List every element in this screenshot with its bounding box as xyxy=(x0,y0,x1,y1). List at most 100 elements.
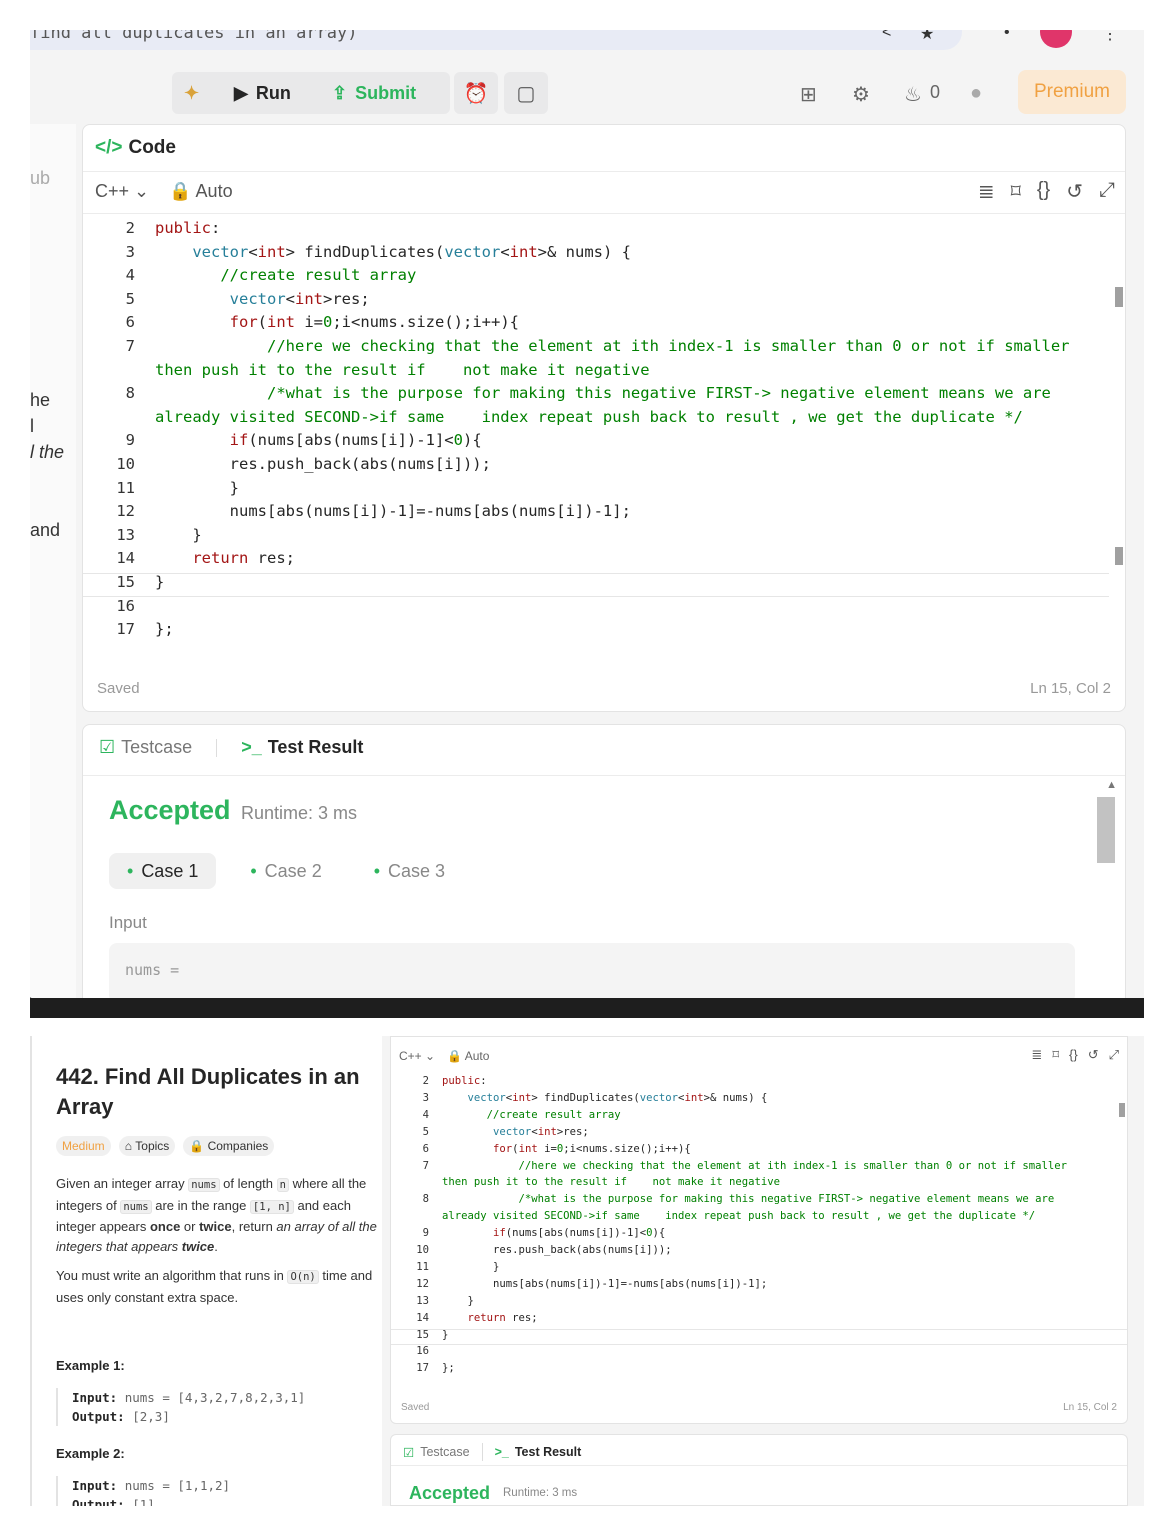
extension-icon[interactable]: • xyxy=(1004,30,1010,42)
code-text: //create result array xyxy=(220,266,417,285)
share-icon[interactable]: < xyxy=(882,30,891,42)
code-line[interactable]: 6 for(int i=0;i<nums.size();i++){ xyxy=(391,1143,1127,1159)
editor-scrollbar[interactable] xyxy=(1119,1103,1125,1117)
browser-address-bar[interactable]: find all duplicates in an array) xyxy=(30,30,962,50)
code-line[interactable]: 2 public: xyxy=(83,219,1109,242)
code-line[interactable]: 15} xyxy=(83,573,1109,597)
line-number: 8 xyxy=(422,1193,429,1206)
code-line[interactable]: then push it to the result if not make i… xyxy=(83,361,1109,384)
code-line[interactable]: 10 res.push_back(abs(nums[i])); xyxy=(391,1244,1127,1260)
code-text: //create result array xyxy=(486,1108,621,1121)
case-tab-1[interactable]: • Case 1 xyxy=(109,853,217,889)
code-line[interactable]: 7 //here we checking that the element at… xyxy=(83,337,1109,360)
code-line[interactable]: 15} xyxy=(391,1328,1127,1346)
cursor-position: Ln 15, Col 2 xyxy=(1063,1402,1117,1413)
code-text: then push it to the result if not make i… xyxy=(155,360,650,379)
case-tab-3[interactable]: • Case 3 xyxy=(356,853,463,889)
bottom-screenshot: 442. Find All Duplicates in an Array Med… xyxy=(30,1036,1144,1506)
code-line[interactable]: 8 /*what is the purpose for making this … xyxy=(391,1193,1127,1209)
code-line[interactable]: 4 //create result array xyxy=(83,266,1109,289)
tab-testcase[interactable]: ☑ Testcase xyxy=(403,1445,470,1460)
code-line[interactable]: 9 if(nums[abs(nums[i])-1]<0){ xyxy=(391,1227,1127,1243)
code-line[interactable]: 6 for(int i=0;i<nums.size();i++){ xyxy=(83,313,1109,336)
braces-icon[interactable]: {} xyxy=(1069,1047,1078,1063)
code-line[interactable]: 14 return res; xyxy=(391,1312,1127,1328)
topics-tag[interactable]: ⌂ Topics xyxy=(118,1136,176,1156)
line-number: 17 xyxy=(116,620,135,639)
code-line[interactable]: then push it to the result if not make i… xyxy=(391,1176,1127,1192)
premium-button[interactable]: Premium xyxy=(1018,70,1126,114)
companies-tag[interactable]: 🔒 Companies xyxy=(183,1136,275,1156)
expand-icon[interactable]: ⤢ xyxy=(1109,1047,1119,1063)
tab-test-result[interactable]: >_ Test Result xyxy=(495,1445,582,1459)
code-line[interactable]: 4 //create result array xyxy=(391,1109,1127,1125)
timer-button[interactable]: ⏰ xyxy=(454,72,498,114)
code-panel-small: C++ ⌄ 🔒 Auto ≣ ⌑ {} ↺ ⤢ 2 public: 3 vector… xyxy=(390,1036,1128,1424)
cursor-position: Ln 15, Col 2 xyxy=(1030,680,1111,697)
code-editor[interactable]: 2 public: 3 vector<int> findDuplicates(vec… xyxy=(391,1075,1127,1395)
auto-mode[interactable]: 🔒 Auto xyxy=(169,181,232,202)
line-number: 7 xyxy=(125,337,135,355)
scroll-up-icon[interactable]: ▲ xyxy=(1106,779,1117,791)
test-tabs: ☑ Testcase >_ Test Result xyxy=(403,1443,581,1461)
braces-icon[interactable]: {} xyxy=(1037,179,1050,204)
code-line[interactable]: 16 xyxy=(83,597,1109,620)
note-icon: ▢ xyxy=(516,82,536,105)
layout-icon[interactable]: ⊞ xyxy=(800,82,817,107)
bookmark-star-icon[interactable]: ★ xyxy=(920,30,934,44)
tab-testcase[interactable]: ☑ Testcase xyxy=(99,737,192,758)
code-icon: </> xyxy=(95,137,123,158)
case-tab-2[interactable]: • Case 2 xyxy=(232,853,339,889)
divider xyxy=(83,213,1125,214)
code-line[interactable]: 5 vector<int>res; xyxy=(83,290,1109,313)
submit-button[interactable]: ⇪ Submit xyxy=(332,72,416,114)
format-icon[interactable]: ≣ xyxy=(978,179,995,204)
code-text: res.push_back(abs(nums[i])); xyxy=(442,1244,672,1256)
browser-menu-icon[interactable]: ⋮ xyxy=(1102,30,1118,44)
code-line[interactable]: 11 } xyxy=(391,1261,1127,1277)
code-line[interactable]: 5 vector<int>res; xyxy=(391,1126,1127,1142)
bookmark-icon[interactable]: ⌑ xyxy=(1011,179,1021,204)
code-text: } xyxy=(155,478,239,497)
code-line[interactable]: 8 /*what is the purpose for making this … xyxy=(83,384,1109,407)
debug-button[interactable]: ✦ xyxy=(184,72,199,114)
code-line[interactable]: 3 vector<int> findDuplicates(vector<int>… xyxy=(391,1092,1127,1108)
code-line[interactable]: 7 //here we checking that the element at… xyxy=(391,1160,1127,1176)
user-avatar-icon[interactable]: ● xyxy=(970,82,982,105)
code-text: }; xyxy=(442,1362,455,1375)
code-line[interactable]: already visited SECOND->if same index re… xyxy=(83,408,1109,431)
code-line[interactable]: 17}; xyxy=(83,620,1109,643)
auto-mode[interactable]: 🔒 Auto xyxy=(447,1049,489,1063)
format-icon[interactable]: ≣ xyxy=(1031,1047,1042,1063)
bookmark-icon[interactable]: ⌑ xyxy=(1052,1047,1059,1063)
code-line[interactable]: 12 nums[abs(nums[i])-1]=-nums[abs(nums[i… xyxy=(391,1278,1127,1294)
code-line[interactable]: 13 } xyxy=(391,1295,1127,1311)
reset-icon[interactable]: ↺ xyxy=(1088,1047,1099,1063)
streak-fire-icon[interactable]: ♨ xyxy=(904,82,922,107)
code-line[interactable]: 13 } xyxy=(83,526,1109,549)
code-line[interactable]: 3 vector<int> findDuplicates(vector<int>… xyxy=(83,243,1109,266)
code-editor[interactable]: 2 public: 3 vector<int> findDuplicates(vec… xyxy=(83,219,1109,659)
expand-icon[interactable]: ⤢ xyxy=(1099,179,1115,204)
code-line[interactable]: 17}; xyxy=(391,1362,1127,1378)
notes-button[interactable]: ▢ xyxy=(504,72,548,114)
lock-icon: 🔒 xyxy=(189,1139,205,1153)
code-line[interactable]: already visited SECOND->if same index re… xyxy=(391,1210,1127,1226)
editor-scrollbar[interactable] xyxy=(1115,287,1123,307)
code-line[interactable]: 16 xyxy=(391,1345,1127,1361)
tab-test-result[interactable]: >_ Test Result xyxy=(241,737,363,758)
code-line[interactable]: 12 nums[abs(nums[i])-1]=-nums[abs(nums[i… xyxy=(83,502,1109,525)
reset-icon[interactable]: ↺ xyxy=(1066,179,1083,204)
code-line[interactable]: 11 } xyxy=(83,479,1109,502)
code-line[interactable]: 14 return res; xyxy=(83,549,1109,572)
test-scrollbar[interactable] xyxy=(1097,797,1115,863)
language-select[interactable]: C++ ⌄ xyxy=(95,181,149,202)
run-button[interactable]: ▶ Run xyxy=(234,72,291,114)
line-number: 3 xyxy=(125,242,135,261)
code-line[interactable]: 2 public: xyxy=(391,1075,1127,1091)
code-line[interactable]: 10 res.push_back(abs(nums[i])); xyxy=(83,455,1109,478)
language-select[interactable]: C++ ⌄ xyxy=(399,1049,435,1063)
settings-gear-icon[interactable]: ⚙ xyxy=(852,82,870,107)
edge-text-5: and xyxy=(30,520,61,540)
code-line[interactable]: 9 if(nums[abs(nums[i])-1]<0){ xyxy=(83,431,1109,454)
